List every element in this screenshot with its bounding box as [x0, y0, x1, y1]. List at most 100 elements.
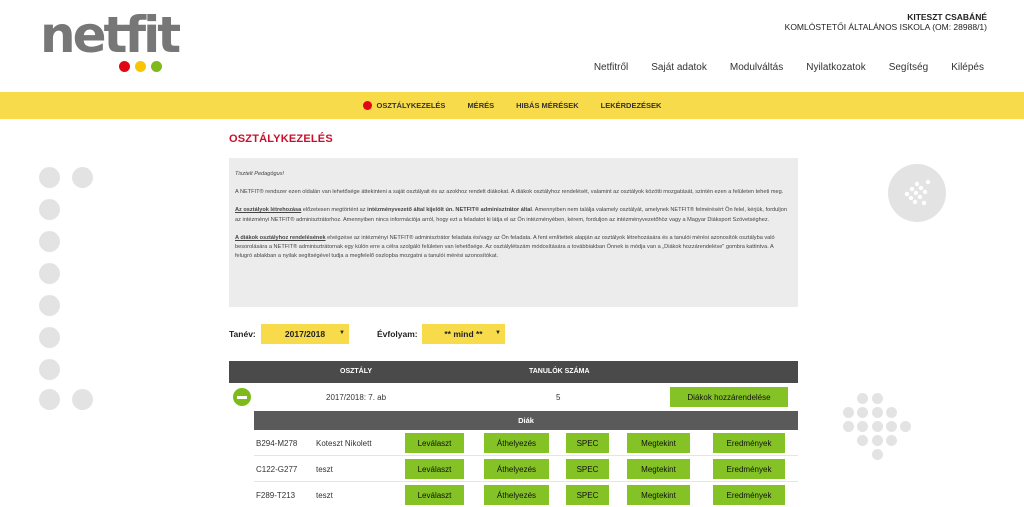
dropdown-arrow-icon: ▼ — [339, 330, 345, 336]
detach-button[interactable]: Leválaszt — [405, 433, 464, 453]
decorative-dot — [39, 389, 60, 410]
grade-label: Évfolyam: — [377, 329, 418, 339]
collapse-icon[interactable] — [233, 388, 251, 406]
results-button[interactable]: Eredmények — [713, 433, 785, 453]
decorative-dot — [843, 421, 854, 432]
decorative-dot — [872, 407, 883, 418]
info-box: Tisztelt Pedagógus! A NETFIT® rendszer e… — [229, 158, 798, 307]
year-value: 2017/2018 — [284, 329, 326, 339]
logo-dot-yellow — [135, 61, 146, 72]
student-name: Koteszt Nikolett — [316, 439, 372, 448]
filters: Tanév: 2017/2018 ▼ Évfolyam: ** mind ** … — [229, 324, 799, 344]
class-name: 2017/2018: 7. ab — [326, 393, 387, 402]
decorative-dot — [72, 167, 93, 188]
student-row: C122-G277 teszt Leválaszt Áthelyezés SPE… — [254, 456, 798, 482]
decorative-dot — [39, 199, 60, 220]
nav-segitseg[interactable]: Segítség — [889, 62, 928, 73]
info-paragraph-3: A diákok osztályhoz rendelésének elvégzé… — [235, 234, 792, 262]
info-p2-underline: Az osztályok létrehozása — [235, 207, 302, 214]
class-row: 2017/2018: 7. ab 5 Diákok hozzárendelése — [229, 383, 798, 411]
logo-dot-red — [119, 61, 130, 72]
student-id: F289-T213 — [256, 491, 296, 500]
student-row: B294-M278 Koteszt Nikolett Leválaszt Áth… — [254, 430, 798, 456]
decorative-dot — [857, 435, 868, 446]
spec-button[interactable]: SPEC — [566, 433, 609, 453]
students-subheader: Diák — [254, 411, 798, 430]
decorative-pattern-icon — [904, 179, 931, 206]
logo-text: netfit — [40, 6, 181, 64]
user-name: KITESZT CSABÁNÉ — [907, 12, 987, 22]
view-button[interactable]: Megtekint — [627, 485, 690, 505]
active-indicator-icon — [362, 101, 372, 110]
student-id: B294-M278 — [256, 439, 298, 448]
move-button[interactable]: Áthelyezés — [484, 459, 549, 479]
page-title: OSZTÁLYKEZELÉS — [229, 133, 333, 145]
detach-button[interactable]: Leválaszt — [405, 485, 464, 505]
nav-sajat-adatok[interactable]: Saját adatok — [651, 62, 707, 73]
student-id: C122-G277 — [256, 465, 298, 474]
nav-nyilatkozatok[interactable]: Nyilatkozatok — [806, 62, 865, 73]
decorative-dot — [857, 421, 868, 432]
decorative-dot — [39, 359, 60, 380]
decorative-dot — [886, 407, 897, 418]
col-count-header: TANULÓK SZÁMA — [529, 368, 590, 375]
assign-students-button[interactable]: Diákok hozzárendelése — [670, 387, 788, 407]
top-nav: Netfitről Saját adatok Modulváltás Nyila… — [571, 62, 984, 73]
decorative-dot — [872, 449, 883, 460]
nav-kilepes[interactable]: Kilépés — [951, 62, 984, 73]
sub-nav: OSZTÁLYKEZELÉS MÉRÉS HIBÁS MÉRÉSEK LEKÉR… — [0, 92, 1024, 119]
results-button[interactable]: Eredmények — [713, 485, 785, 505]
info-greeting: Tisztelt Pedagógus! — [235, 171, 285, 177]
move-button[interactable]: Áthelyezés — [484, 433, 549, 453]
student-count: 5 — [556, 393, 561, 402]
user-school: KOMLÓSTETŐI ÁLTALÁNOS ISKOLA (OM: 28988/… — [784, 22, 987, 32]
tab-label: OSZTÁLYKEZELÉS — [376, 101, 446, 110]
netfit-logo[interactable]: netfit — [40, 10, 181, 74]
decorative-dot — [39, 263, 60, 284]
tab-lekerdezesek[interactable]: LEKÉRDEZÉSEK — [601, 101, 662, 110]
nav-modulvaltas[interactable]: Modulváltás — [730, 62, 783, 73]
decorative-dot — [39, 295, 60, 316]
info-paragraph-2: Az osztályok létrehozása előzetesen megt… — [235, 206, 792, 224]
decorative-circle — [888, 164, 946, 222]
student-name: teszt — [316, 465, 333, 474]
header: netfit KITESZT CSABÁNÉ KOMLÓSTETŐI ÁLTAL… — [0, 0, 1024, 92]
student-name: teszt — [316, 491, 333, 500]
dropdown-arrow-icon: ▼ — [495, 330, 501, 336]
tab-hibas-meresek[interactable]: HIBÁS MÉRÉSEK — [516, 101, 579, 110]
info-p2-bold: intézményvezető által kijelölt ún. NETFI… — [367, 207, 532, 214]
decorative-dot — [843, 407, 854, 418]
tab-meres[interactable]: MÉRÉS — [467, 101, 494, 110]
info-p2-text-a: előzetesen megtörtént az — [301, 207, 368, 214]
spec-button[interactable]: SPEC — [566, 459, 609, 479]
decorative-dot — [39, 167, 60, 188]
grade-select[interactable]: ** mind ** ▼ — [422, 324, 505, 344]
detach-button[interactable]: Leválaszt — [405, 459, 464, 479]
user-info: KITESZT CSABÁNÉ KOMLÓSTETŐI ÁLTALÁNOS IS… — [785, 12, 987, 32]
decorative-dot — [886, 435, 897, 446]
logo-dots — [119, 61, 162, 72]
year-label: Tanév: — [229, 329, 256, 339]
info-paragraph-1: A NETFIT® rendszer ezen oldalán van lehe… — [235, 189, 784, 196]
spec-button[interactable]: SPEC — [566, 485, 609, 505]
logo-dot-green — [151, 61, 162, 72]
page: netfit KITESZT CSABÁNÉ KOMLÓSTETŐI ÁLTAL… — [0, 0, 1024, 507]
decorative-dot — [39, 327, 60, 348]
decorative-dot — [39, 231, 60, 252]
grade-value: ** mind ** — [444, 329, 483, 339]
move-button[interactable]: Áthelyezés — [484, 485, 549, 505]
view-button[interactable]: Megtekint — [627, 459, 690, 479]
results-button[interactable]: Eredmények — [713, 459, 785, 479]
student-row: F289-T213 teszt Leválaszt Áthelyezés SPE… — [254, 482, 798, 507]
year-select[interactable]: 2017/2018 ▼ — [261, 324, 349, 344]
decorative-dot — [857, 407, 868, 418]
tab-osztalykezeles[interactable]: OSZTÁLYKEZELÉS — [362, 101, 446, 110]
view-button[interactable]: Megtekint — [627, 433, 690, 453]
col-class-header: OSZTÁLY — [340, 368, 373, 375]
decorative-dot — [857, 393, 868, 404]
decorative-dot — [886, 421, 897, 432]
decorative-dot — [872, 393, 883, 404]
info-p3-underline: A diákok osztályhoz rendelésének — [235, 234, 326, 241]
decorative-dot — [872, 421, 883, 432]
nav-netfitrol[interactable]: Netfitről — [594, 62, 628, 73]
